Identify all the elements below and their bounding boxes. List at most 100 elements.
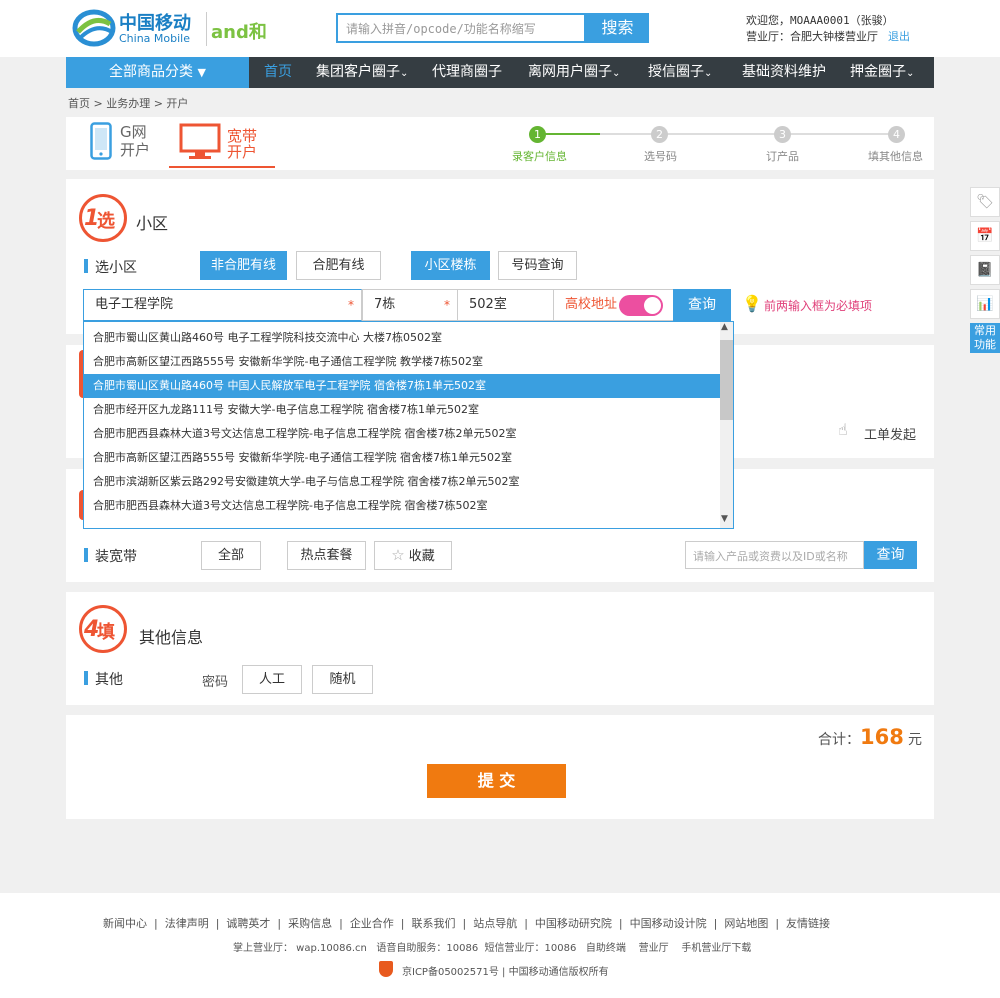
step-label-4: 填其他信息 — [868, 150, 923, 163]
step-dot-4: 4 — [888, 126, 905, 143]
footer-link[interactable]: 新闻中心 — [103, 917, 147, 930]
campus-toggle[interactable] — [619, 295, 663, 316]
chevron-down-icon: ⌄ — [400, 68, 409, 79]
total-unit: 元 — [907, 732, 922, 748]
search-button[interactable]: 搜索 — [586, 13, 649, 43]
footer-link[interactable]: 采购信息 — [288, 917, 332, 930]
product-query-button[interactable]: 查询 — [864, 541, 917, 569]
nav-item-offnet[interactable]: 离网用户圈子⌄ — [528, 57, 620, 88]
filter-all-button[interactable]: 全部 — [201, 541, 261, 570]
calendar-icon[interactable]: 📅 — [970, 221, 1000, 251]
logo-en-text: China Mobile — [119, 32, 191, 45]
school-input[interactable]: 电子工程学院 * — [83, 289, 362, 321]
search-input[interactable]: 请输入拼音/opcode/功能名称缩写 — [336, 13, 586, 43]
suggestion-item[interactable]: 合肥市高新区望江西路555号 安徽新华学院-电子通信工程学院 宿舍楼7栋1单元5… — [84, 446, 720, 470]
step-label-2: 选号码 — [644, 150, 677, 163]
community-query-button[interactable]: 查询 — [673, 289, 731, 321]
random-password-button[interactable]: 随机 — [312, 665, 373, 694]
suggestion-item[interactable]: 合肥市肥西县森林大道3号文达信息工程学院-电子信息工程学院 宿舍楼7栋2单元50… — [84, 422, 720, 446]
room-input[interactable]: 502室 — [457, 289, 553, 321]
non-hefei-cable-button[interactable]: 非合肥有线 — [200, 251, 287, 280]
step-label-3: 订产品 — [766, 150, 799, 163]
required-mark: * — [348, 298, 354, 312]
lightbulb-icon: 💡 — [742, 294, 762, 313]
welcome-text: 欢迎您，MOAAA0001（张骏） — [746, 14, 894, 27]
submit-button[interactable]: 提 交 — [427, 764, 566, 798]
section1-badge: 1 选 — [79, 194, 127, 242]
tab-b-line1: 宽带 — [227, 127, 258, 145]
nav-item-group[interactable]: 集团客户圈子⌄ — [316, 57, 408, 88]
suggestion-item-selected[interactable]: 合肥市蜀山区黄山路460号 中国人民解放军电子工程学院 宿舍楼7栋1单元502室 — [84, 374, 720, 398]
footer-link[interactable]: 友情链接 — [786, 917, 830, 930]
required-tip: 前两输入框为必填项 — [764, 299, 873, 313]
footer-link[interactable]: 站点导航 — [473, 917, 517, 930]
footer-icp: 京ICP备05002571号 | 中国移动通信版权所有 — [402, 967, 609, 978]
favorites-button[interactable]: ☆ 收藏 — [374, 541, 452, 570]
suggestion-item[interactable]: 合肥市经开区九龙路111号 安徽大学-电子信息工程学院 宿舍楼7栋1单元502室 — [84, 398, 720, 422]
chevron-down-icon: ⌄ — [612, 68, 621, 79]
nav-item-deposit-label: 押金圈子 — [850, 64, 906, 80]
dropdown-scroll-thumb[interactable] — [720, 340, 733, 420]
notebook-icon[interactable]: 📓 — [970, 255, 1000, 285]
number-query-button[interactable]: 号码查询 — [498, 251, 577, 280]
nav-item-home[interactable]: 首页 — [264, 57, 292, 88]
total-amount: 168 — [860, 725, 904, 749]
step-dot-2: 2 — [651, 126, 668, 143]
breadcrumb: 首页 > 业务办理 > 开户 — [68, 97, 189, 110]
right-tool-bar: 🏷 📅 📓 📊 常用功能 — [970, 187, 1000, 353]
building-input-value: 7栋 — [374, 297, 396, 312]
tab-g-line2: 开户 — [120, 141, 151, 159]
bar-chart-icon[interactable]: 📊 — [970, 289, 1000, 319]
suggestion-item[interactable]: 合肥市滨湖新区紫云路292号安徽建筑大学-电子与信息工程学院 宿舍楼7栋2单元5… — [84, 470, 720, 494]
select-community-label: 选小区 — [95, 260, 137, 276]
nav-item-offnet-label: 离网用户圈子 — [528, 64, 612, 80]
star-icon: ☆ — [391, 546, 405, 564]
sale-tag-icon[interactable]: 🏷 — [970, 187, 1000, 217]
suggestion-item[interactable]: 合肥市肥西县森林大道3号文达信息工程学院-电子信息工程学院 宿舍楼7栋502室 — [84, 494, 720, 518]
footer-link[interactable]: 法律声明 — [165, 917, 209, 930]
footer-link[interactable]: 诚聘英才 — [226, 917, 270, 930]
hot-package-button[interactable]: 热点套餐 — [287, 541, 366, 570]
nav-item-deposit[interactable]: 押金圈子⌄ — [850, 57, 914, 88]
china-mobile-logo[interactable]: 中国移动 China Mobile and和 — [72, 8, 267, 50]
step-progress — [538, 133, 600, 135]
common-functions-button[interactable]: 常用功能 — [970, 323, 1000, 353]
and-logo-text: and和 — [211, 22, 267, 43]
product-search-input[interactable]: 请输入产品或资费以及ID或名称 — [685, 541, 864, 569]
scroll-down-icon[interactable]: ▼ — [721, 514, 728, 524]
suggestion-item[interactable]: 合肥市蜀山区黄山路460号 电子工程学院科技交流中心 大楼7栋0502室 — [84, 326, 720, 350]
install-broadband-label: 装宽带 — [95, 549, 137, 565]
required-mark: * — [444, 298, 450, 312]
nav-item-basic[interactable]: 基础资料维护 — [742, 57, 826, 88]
footer-link[interactable]: 中国移动设计院 — [630, 917, 707, 930]
suggestion-item[interactable]: 合肥市高新区望江西路555号 安徽新华学院-电子通信工程学院 教学楼7栋502室 — [84, 350, 720, 374]
touch-icon: ☝ — [838, 420, 848, 439]
footer-service-line: 掌上营业厅： wap.10086.cn 语音自助服务：10086 短信营业厅：1… — [233, 943, 752, 954]
logout-link[interactable]: 退出 — [888, 30, 910, 43]
footer-link[interactable]: 中国移动研究院 — [535, 917, 612, 930]
hefei-cable-button[interactable]: 合肥有线 — [296, 251, 381, 280]
all-categories-button[interactable]: 全部商品分类 ▼ — [66, 57, 249, 88]
nav-item-credit[interactable]: 授信圈子⌄ — [648, 57, 712, 88]
scroll-up-icon[interactable]: ▲ — [721, 322, 728, 332]
address-suggestion-dropdown: 合肥市蜀山区黄山路460号 电子工程学院科技交流中心 大楼7栋0502室 合肥市… — [83, 321, 734, 529]
monitor-icon — [179, 123, 221, 159]
field-marker — [84, 548, 88, 562]
footer-link[interactable]: 网站地图 — [724, 917, 768, 930]
caret-down-icon: ▼ — [197, 66, 206, 79]
password-label: 密码 — [202, 675, 229, 690]
work-order-link[interactable]: 工单发起 — [864, 424, 916, 443]
section4-title: 其他信息 — [139, 628, 204, 647]
footer-link[interactable]: 企业合作 — [350, 917, 394, 930]
tab-g-line1: G网 — [120, 123, 147, 141]
footer-link[interactable]: 联系我们 — [412, 917, 456, 930]
nav-item-agent[interactable]: 代理商圈子 — [432, 57, 502, 88]
building-input[interactable]: 7栋 * — [362, 289, 457, 321]
favorites-label: 收藏 — [408, 549, 435, 564]
tab-broadband[interactable]: 宽带 开户 — [169, 122, 275, 168]
manual-password-button[interactable]: 人工 — [242, 665, 302, 694]
section1-title: 小区 — [136, 214, 169, 233]
campus-address-label: 高校地址 — [565, 297, 618, 312]
section-other-info — [66, 592, 934, 705]
community-building-button[interactable]: 小区楼栋 — [411, 251, 490, 280]
